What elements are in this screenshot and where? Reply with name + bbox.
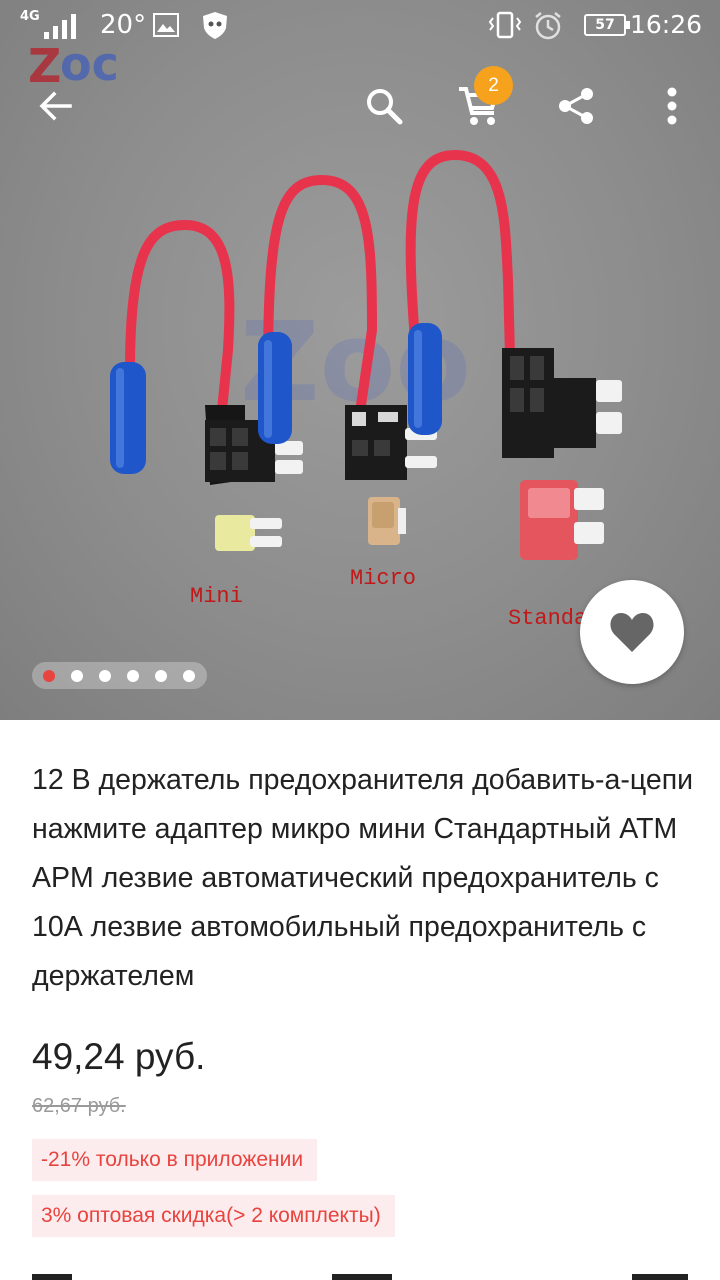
back-button[interactable]: [28, 78, 84, 134]
pager-dot[interactable]: [127, 669, 139, 682]
product-title: 12 В держатель предохранителя добавить-а…: [32, 764, 694, 992]
more-options-button[interactable]: [644, 78, 700, 134]
search-icon: [367, 89, 403, 125]
alarm-icon: [535, 12, 561, 40]
status-bar: 4G 20° 57 16:26: [0, 0, 720, 52]
label-micro: Micro: [350, 566, 416, 591]
clock: 16:26: [629, 10, 702, 39]
pager-dot[interactable]: [99, 669, 111, 682]
wholesale-discount-badge[interactable]: 3% оптовая скидка(> 2 комплекты): [32, 1195, 395, 1237]
cart-count-badge: 2: [474, 66, 513, 105]
product-price: 49,24 руб.: [32, 1036, 206, 1077]
pager-dot[interactable]: [183, 669, 195, 682]
product-page: Zoo Mini Micro Standa Z oc 4G 20° 57 16:…: [0, 0, 720, 1280]
share-button[interactable]: [548, 78, 604, 134]
battery-indicator: 57: [584, 14, 630, 36]
pager-dot[interactable]: [155, 669, 167, 682]
image-pager: [32, 662, 207, 689]
signal-icon: [44, 14, 76, 39]
wishlist-button[interactable]: [580, 580, 684, 684]
heart-icon: [610, 613, 654, 652]
share-icon: [559, 88, 593, 124]
label-mini: Mini: [190, 584, 243, 609]
app-discount-badge: -21% только в приложении: [32, 1139, 318, 1181]
network-indicator: 4G: [20, 9, 40, 24]
old-price: 62,67 руб.: [32, 1095, 126, 1117]
label-standard: Standa: [508, 606, 587, 631]
search-button[interactable]: [356, 78, 412, 134]
shield-app-icon: [203, 12, 227, 39]
vibrate-icon: [488, 11, 522, 39]
image-notification-icon: [153, 13, 179, 37]
pager-dot[interactable]: [43, 669, 55, 682]
weather-temperature: 20°: [100, 10, 147, 40]
more-vert-icon: [667, 87, 677, 125]
pager-dot[interactable]: [71, 669, 83, 682]
back-arrow-icon: [39, 91, 72, 121]
rating-row-partial: [32, 1274, 688, 1280]
